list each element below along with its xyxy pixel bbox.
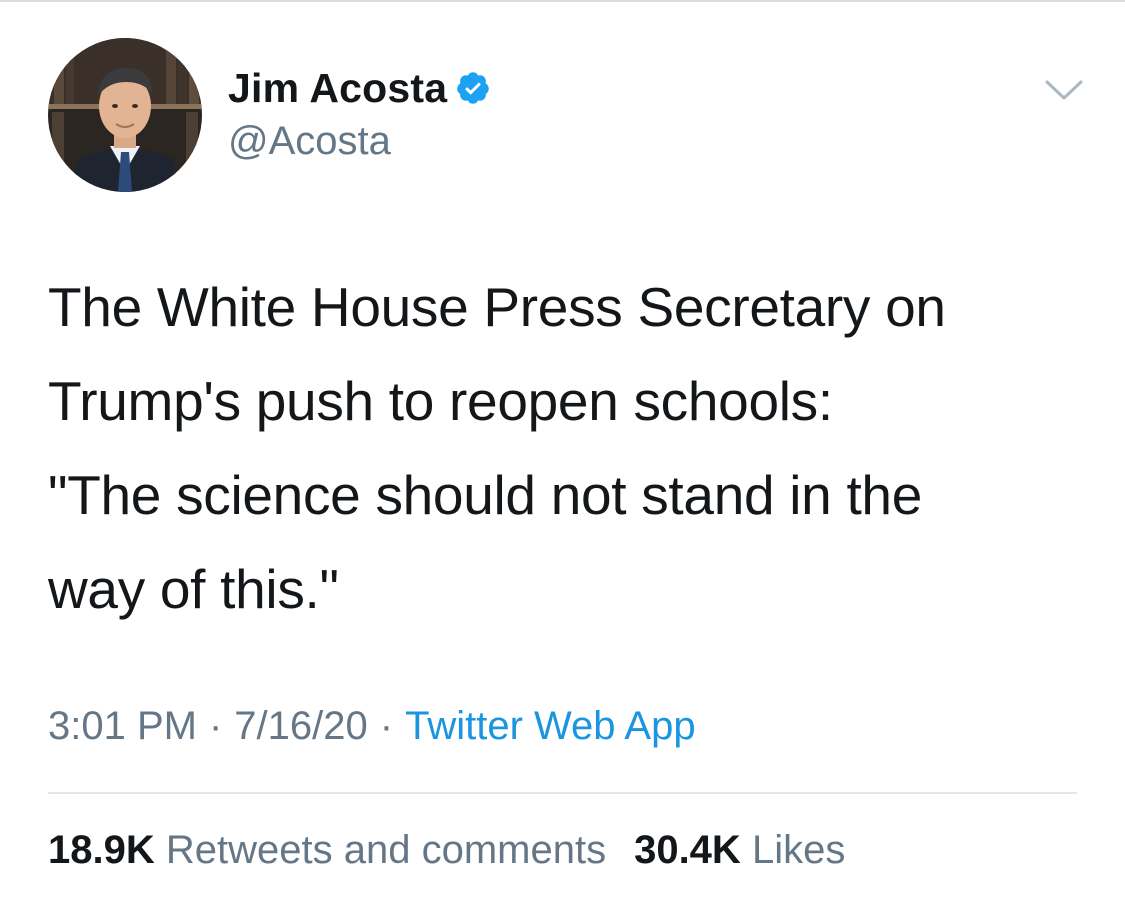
author-handle[interactable]: @Acosta: [228, 119, 391, 164]
tweet-date[interactable]: 7/16/20: [234, 704, 367, 748]
tweet-text-line: Trump's push to reopen schools:: [48, 370, 833, 432]
verified-badge-icon: [457, 72, 489, 104]
tweet-text-line: The White House Press Secretary on: [48, 276, 946, 338]
tweet-meta: 3:01 PM · 7/16/20 · Twitter Web App: [48, 704, 696, 749]
retweets-label: Retweets and comments: [165, 828, 607, 872]
likes-label: Likes: [751, 828, 846, 872]
avatar[interactable]: [48, 38, 202, 192]
divider: [48, 792, 1077, 794]
tweet-stats: 18.9K Retweets and comments 30.4K Likes: [48, 828, 845, 873]
tweet-text-line: "The science should not stand in the: [48, 464, 923, 526]
author-display-name[interactable]: Jim Acosta: [228, 65, 447, 112]
likes-stat[interactable]: 30.4K Likes: [634, 828, 845, 872]
likes-count: 30.4K: [634, 828, 741, 872]
retweets-stat[interactable]: 18.9K Retweets and comments: [48, 828, 606, 872]
tweet-time[interactable]: 3:01 PM: [48, 704, 197, 748]
tweet-text: The White House Press Secretary on Trump…: [48, 260, 1098, 636]
tweet-source-link[interactable]: Twitter Web App: [405, 704, 696, 748]
author-name-row[interactable]: Jim Acosta: [228, 62, 491, 114]
meta-separator: ·: [208, 704, 223, 748]
top-divider: [0, 0, 1125, 2]
retweets-count: 18.9K: [48, 828, 155, 872]
chevron-down-icon[interactable]: [1044, 78, 1084, 102]
tweet-text-line: way of this.": [48, 558, 339, 620]
meta-separator: ·: [379, 704, 394, 748]
